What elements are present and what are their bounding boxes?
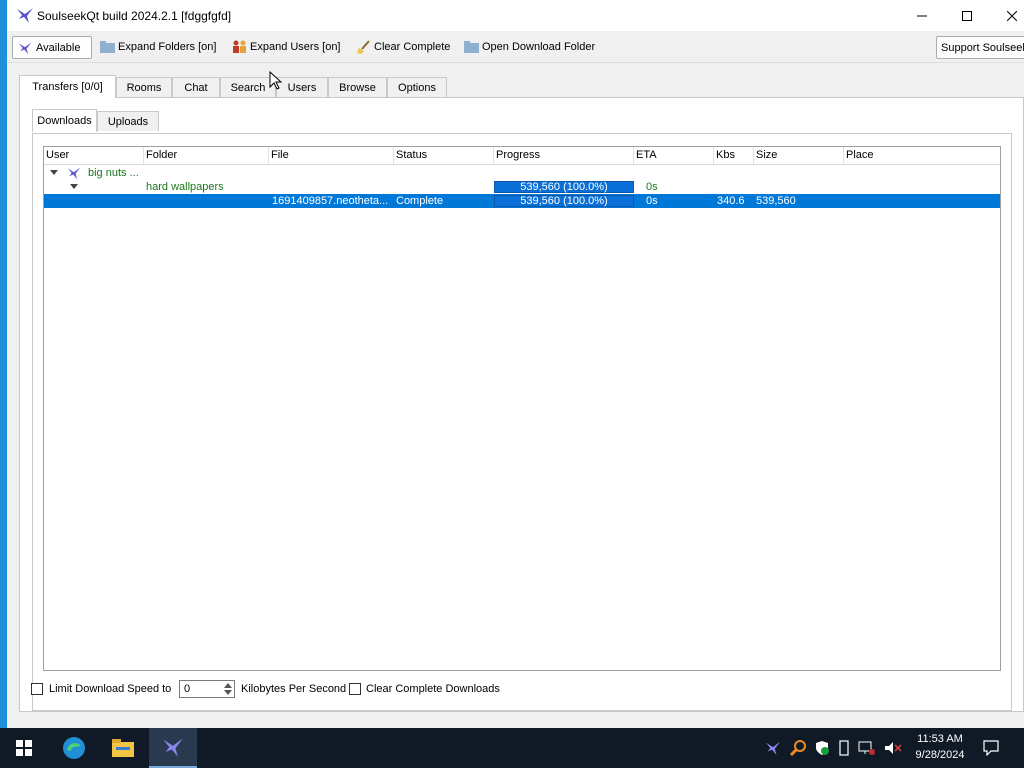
- column-eta[interactable]: ETA: [634, 147, 714, 164]
- toolbar: Available Expand Folders [on] Expand Use…: [7, 31, 1024, 63]
- taskbar-file-explorer[interactable]: [99, 728, 147, 768]
- user-name: big nuts ...: [88, 167, 139, 179]
- tab-uploads[interactable]: Uploads: [97, 111, 159, 131]
- column-progress[interactable]: Progress: [494, 147, 634, 164]
- system-tray: [764, 738, 902, 758]
- tab-rooms[interactable]: Rooms: [116, 77, 172, 97]
- limit-speed-label: Limit Download Speed to: [49, 683, 172, 695]
- clear-complete-label: Clear Complete: [374, 40, 451, 53]
- soulseek-bird-icon: [18, 42, 32, 54]
- expand-folders-label: Expand Folders [on]: [118, 40, 217, 53]
- column-kbs[interactable]: Kbs: [714, 147, 754, 164]
- tab-search[interactable]: Search: [220, 77, 276, 97]
- table-header: User Folder File Status Progress ETA Kbs…: [44, 147, 1000, 165]
- tab-users[interactable]: Users: [276, 77, 328, 97]
- network-icon[interactable]: [858, 740, 876, 756]
- window-title: SoulseekQt build 2024.2.1 [fdggfgfd]: [37, 9, 232, 23]
- column-place[interactable]: Place: [844, 147, 1000, 164]
- support-soulseek-label: Support Soulseek: [941, 41, 1024, 54]
- clear-complete-downloads-checkbox[interactable]: [349, 683, 361, 695]
- soulseek-bird-icon: [163, 738, 183, 757]
- status-button[interactable]: Available: [12, 36, 92, 59]
- start-button[interactable]: [0, 728, 48, 768]
- security-shield-icon[interactable]: [814, 740, 830, 756]
- transfer-subtabs: Downloads Uploads: [32, 109, 232, 133]
- minimize-icon: [917, 15, 927, 16]
- download-options-bar: Limit Download Speed to 0 Kilobytes Per …: [31, 678, 991, 702]
- speed-limit-value: 0: [184, 683, 191, 695]
- column-file[interactable]: File: [269, 147, 394, 164]
- folder-icon: [100, 40, 115, 53]
- close-icon: [1007, 10, 1017, 21]
- maximize-icon: [962, 10, 972, 21]
- file-explorer-icon: [112, 739, 134, 757]
- chevron-down-icon[interactable]: [50, 170, 58, 176]
- tab-chat[interactable]: Chat: [172, 77, 220, 97]
- expand-users-button[interactable]: Expand Users [on]: [228, 36, 345, 57]
- speed-limit-spinbox[interactable]: 0: [179, 680, 235, 698]
- column-user[interactable]: User: [44, 147, 144, 164]
- notification-icon: [983, 740, 999, 756]
- clear-complete-button[interactable]: Clear Complete: [353, 36, 454, 57]
- main-area: Transfers [0/0] Rooms Chat Search Users …: [7, 63, 1024, 728]
- table-row-user[interactable]: big nuts ...: [44, 166, 1000, 180]
- clear-complete-downloads-label: Clear Complete Downloads: [366, 683, 500, 695]
- limit-speed-checkbox[interactable]: [31, 683, 43, 695]
- spin-arrows-icon[interactable]: [223, 682, 233, 696]
- soulseek-bird-icon: [17, 8, 33, 23]
- downloads-table[interactable]: User Folder File Status Progress ETA Kbs…: [43, 146, 1001, 671]
- file-size: 539,560: [756, 195, 796, 207]
- broom-icon: [357, 39, 370, 54]
- minimize-button[interactable]: [899, 0, 945, 31]
- windows-logo-icon: [16, 740, 32, 756]
- file-status: Complete: [396, 195, 444, 207]
- tab-transfers[interactable]: Transfers [0/0]: [19, 75, 116, 98]
- column-size[interactable]: Size: [754, 147, 844, 164]
- app-window: SoulseekQt build 2024.2.1 [fdggfgfd] Ava…: [7, 0, 1024, 728]
- tab-downloads[interactable]: Downloads: [32, 109, 97, 132]
- mouse-cursor-icon: [269, 71, 282, 90]
- soulseek-bird-icon: [67, 167, 81, 180]
- maximize-button[interactable]: [944, 0, 990, 31]
- folder-name: hard wallpapers: [146, 181, 224, 193]
- file-eta: 0s: [646, 195, 658, 207]
- open-download-folder-button[interactable]: Open Download Folder: [460, 36, 599, 57]
- usb-device-icon[interactable]: [838, 740, 850, 756]
- column-status[interactable]: Status: [394, 147, 494, 164]
- open-download-folder-label: Open Download Folder: [482, 40, 596, 53]
- edge-browser-icon: [63, 737, 85, 759]
- speed-unit-label: Kilobytes Per Second: [241, 683, 347, 695]
- taskbar: 11:53 AM 9/28/2024: [0, 728, 1024, 768]
- notifications-button[interactable]: [968, 728, 1014, 768]
- tab-browse[interactable]: Browse: [328, 77, 387, 97]
- column-folder[interactable]: Folder: [144, 147, 269, 164]
- taskbar-soulseek[interactable]: [149, 728, 197, 768]
- title-bar: SoulseekQt build 2024.2.1 [fdggfgfd]: [7, 0, 1024, 31]
- expand-users-label: Expand Users [on]: [250, 40, 341, 53]
- transfers-panel: Downloads Uploads User Folder File Statu…: [19, 97, 1024, 712]
- file-name: 1691409857.neotheta...: [272, 195, 389, 207]
- close-button[interactable]: [989, 0, 1024, 31]
- taskbar-edge[interactable]: [50, 728, 98, 768]
- table-row-file[interactable]: 1691409857.neotheta... Complete 539,560 …: [44, 194, 1000, 208]
- chevron-down-icon[interactable]: [70, 184, 78, 190]
- search-tray-icon[interactable]: [790, 740, 806, 756]
- file-kbs: 340.6: [717, 195, 745, 207]
- soulseek-tray-icon[interactable]: [764, 740, 782, 756]
- table-row-folder[interactable]: hard wallpapers 539,560 (100.0%) 0s: [44, 180, 1000, 194]
- expand-folders-button[interactable]: Expand Folders [on]: [96, 36, 220, 57]
- support-soulseek-button[interactable]: Support Soulseek: [936, 36, 1024, 59]
- folder-icon: [464, 40, 479, 53]
- folder-progress-bar: 539,560 (100.0%): [494, 181, 634, 193]
- users-icon: [233, 40, 246, 53]
- tab-options[interactable]: Options: [387, 77, 447, 97]
- file-progress-bar: 539,560 (100.0%): [494, 195, 634, 207]
- folder-eta: 0s: [646, 181, 658, 193]
- status-label: Available: [36, 41, 81, 54]
